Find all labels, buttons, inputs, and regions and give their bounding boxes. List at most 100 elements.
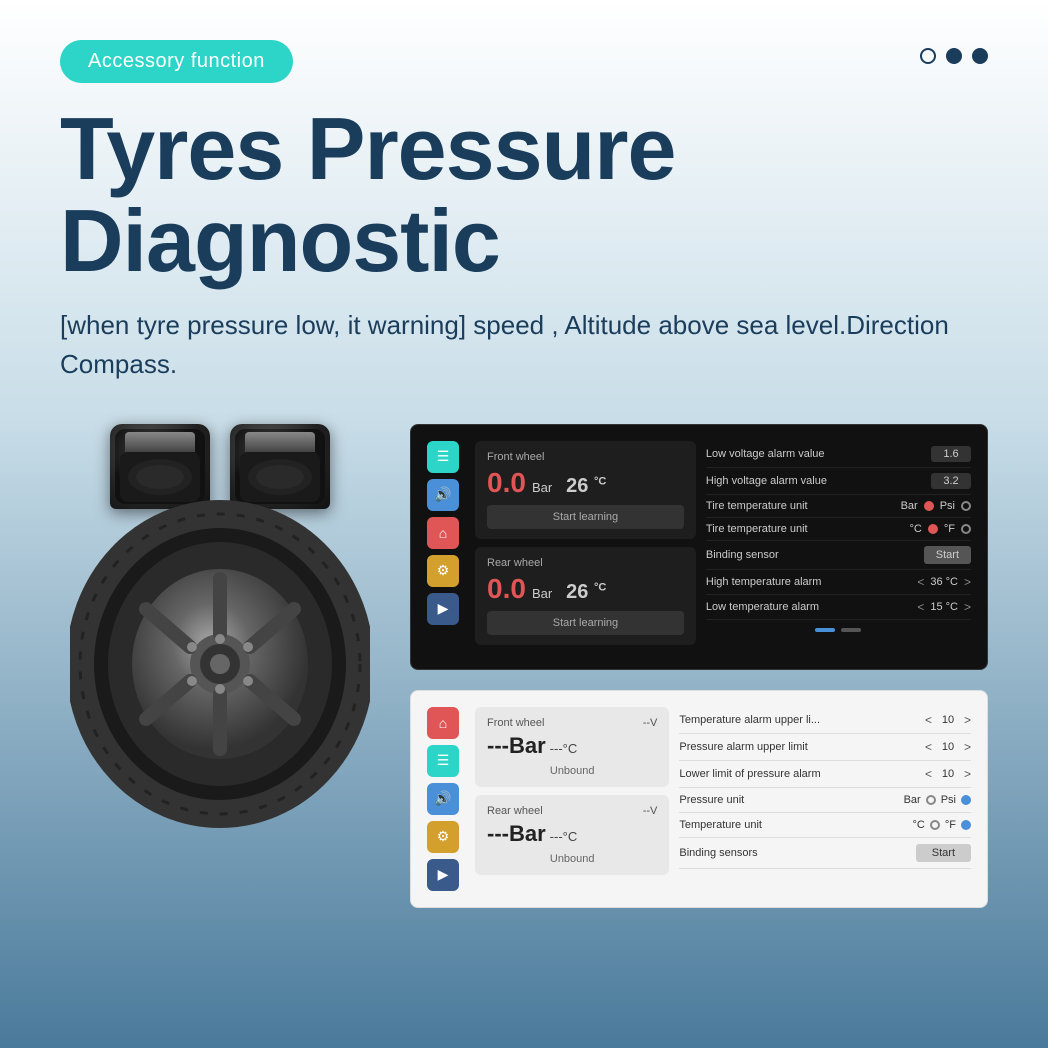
light-temp-alarm-nav: < 10 >	[925, 713, 971, 727]
dark-front-wheel: Front wheel 0.0 Bar 26 °C Start learning	[475, 441, 696, 539]
dark-tire-temp-radio: Bar Psi	[901, 500, 971, 512]
page-subtitle: [when tyre pressure low, it warning] spe…	[0, 306, 1048, 384]
light-setting-row-1: Pressure alarm upper limit < 10 >	[679, 734, 971, 761]
light-bar-radio[interactable]	[926, 795, 936, 805]
dark-tire-temp-unit-radio: °C °F	[910, 523, 971, 535]
sensor-caps	[110, 424, 330, 509]
light-icon-camera[interactable]: ▶	[427, 859, 459, 891]
dark-setting-row-2: Tire temperature unit Bar Psi	[706, 495, 971, 518]
light-icon-volume[interactable]: 🔊	[427, 783, 459, 815]
dark-front-start-btn[interactable]: Start learning	[487, 505, 684, 529]
light-lower-pressure-left[interactable]: <	[925, 767, 932, 781]
dark-celsius-radio[interactable]	[928, 524, 938, 534]
dark-bar-radio[interactable]	[924, 501, 934, 511]
page-title: Tyres Pressure Diagnostic	[0, 103, 1048, 288]
light-rear-wheel: Rear wheel --V ---Bar ---°C Unbound	[475, 795, 669, 875]
light-pressure-alarm-left[interactable]: <	[925, 740, 932, 754]
light-psi-radio[interactable]	[961, 795, 971, 805]
light-front-label: Front wheel --V	[487, 717, 657, 729]
tire-image	[70, 499, 370, 819]
product-images	[60, 424, 380, 908]
dark-setting-row-3: Tire temperature unit °C °F	[706, 518, 971, 541]
icon-home[interactable]: ⌂	[427, 517, 459, 549]
light-temp-alarm-left[interactable]: <	[925, 713, 932, 727]
pagination	[920, 48, 988, 64]
dark-fahrenheit-radio[interactable]	[961, 524, 971, 534]
light-setting-row-5: Binding sensors Start	[679, 838, 971, 869]
sensor-cap-1	[110, 424, 210, 509]
light-settings-panel: Temperature alarm upper li... < 10 > Pre…	[679, 707, 971, 891]
pagination-dot-2[interactable]	[946, 48, 962, 64]
dark-high-temp-left-arrow[interactable]: <	[917, 575, 924, 589]
dark-rear-temp-unit: °C	[594, 581, 606, 593]
light-setting-row-4: Temperature unit °C °F	[679, 813, 971, 838]
light-rear-reading: ---Bar ---°C	[487, 821, 657, 847]
pagination-dot-3[interactable]	[972, 48, 988, 64]
dark-binding-btn[interactable]: Start	[924, 546, 971, 564]
dark-setting-row-4: Binding sensor Start	[706, 541, 971, 570]
dark-page-dot-1[interactable]	[815, 628, 835, 632]
light-rear-unbound: Unbound	[487, 853, 657, 865]
dark-setting-row-5: High temperature alarm < 36 °C >	[706, 570, 971, 595]
icon-volume[interactable]: 🔊	[427, 479, 459, 511]
dark-rear-pressure: 0.0	[487, 573, 526, 605]
dark-settings-panel: Low voltage alarm value 1.6 High voltage…	[706, 441, 971, 653]
light-rear-pressure: ---Bar	[487, 821, 546, 847]
dark-screen: ☰ 🔊 ⌂ ⚙ ▶ Front wheel 0.0 Bar	[410, 424, 988, 670]
light-pressure-unit-radio: Bar Psi	[904, 794, 971, 806]
light-icon-menu[interactable]: ☰	[427, 745, 459, 777]
light-temp-unit-radio: °C °F	[913, 819, 971, 831]
dark-front-pressure: 0.0	[487, 467, 526, 499]
light-setting-row-2: Lower limit of pressure alarm < 10 >	[679, 761, 971, 788]
light-temp-alarm-right[interactable]: >	[964, 713, 971, 727]
dark-sidebar-icons: ☰ 🔊 ⌂ ⚙ ▶	[427, 441, 465, 653]
dark-low-temp-left-arrow[interactable]: <	[917, 600, 924, 614]
dark-rear-wheel: Rear wheel 0.0 Bar 26 °C Start learning	[475, 547, 696, 645]
pagination-dot-1[interactable]	[920, 48, 936, 64]
accessory-badge: Accessory function	[60, 40, 293, 83]
light-fahrenheit-radio[interactable]	[961, 820, 971, 830]
dark-rear-start-btn[interactable]: Start learning	[487, 611, 684, 635]
dark-page-dot-2[interactable]	[841, 628, 861, 632]
content-area: ☰ 🔊 ⌂ ⚙ ▶ Front wheel 0.0 Bar	[0, 394, 1048, 908]
light-setting-row-0: Temperature alarm upper li... < 10 >	[679, 707, 971, 734]
dark-psi-radio[interactable]	[961, 501, 971, 511]
dark-front-pressure-unit: Bar	[532, 480, 552, 495]
light-binding-btn[interactable]: Start	[916, 844, 971, 862]
light-front-temp: ---°C	[550, 741, 578, 756]
dark-setting-row-6: Low temperature alarm < 15 °C >	[706, 595, 971, 620]
icon-menu[interactable]: ☰	[427, 441, 459, 473]
dark-high-temp-right-arrow[interactable]: >	[964, 575, 971, 589]
dark-rear-temp: 26 °C	[566, 581, 606, 604]
dark-setting-row-0: Low voltage alarm value 1.6	[706, 441, 971, 468]
dark-low-temp-nav: < 15 °C >	[917, 600, 971, 614]
light-sidebar-icons: ⌂ ☰ 🔊 ⚙ ▶	[427, 707, 465, 891]
light-rear-label: Rear wheel --V	[487, 805, 657, 817]
dark-low-temp-right-arrow[interactable]: >	[964, 600, 971, 614]
dark-rear-label: Rear wheel	[487, 557, 684, 569]
light-screen: ⌂ ☰ 🔊 ⚙ ▶ Front wheel --V --	[410, 690, 988, 908]
icon-gear[interactable]: ⚙	[427, 555, 459, 587]
light-wheel-panel: Front wheel --V ---Bar ---°C Unbound Rea…	[475, 707, 669, 891]
dark-wheel-panel: Front wheel 0.0 Bar 26 °C Start learning	[475, 441, 696, 653]
dark-front-reading: 0.0 Bar 26 °C	[487, 467, 684, 499]
sensor-cap-2	[230, 424, 330, 509]
light-lower-pressure-nav: < 10 >	[925, 767, 971, 781]
dark-front-label: Front wheel	[487, 451, 684, 463]
light-pressure-alarm-nav: < 10 >	[925, 740, 971, 754]
dark-front-temp: 26 °C	[566, 475, 606, 498]
header: Accessory function	[0, 0, 1048, 83]
light-celsius-radio[interactable]	[930, 820, 940, 830]
light-icon-home[interactable]: ⌂	[427, 707, 459, 739]
light-icon-gear[interactable]: ⚙	[427, 821, 459, 853]
dark-front-temp-unit: °C	[594, 475, 606, 487]
light-front-pressure: ---Bar	[487, 733, 546, 759]
icon-camera[interactable]: ▶	[427, 593, 459, 625]
light-lower-pressure-right[interactable]: >	[964, 767, 971, 781]
dark-rear-pressure-unit: Bar	[532, 586, 552, 601]
light-pressure-alarm-right[interactable]: >	[964, 740, 971, 754]
light-setting-row-3: Pressure unit Bar Psi	[679, 788, 971, 813]
dark-rear-reading: 0.0 Bar 26 °C	[487, 573, 684, 605]
screen-panels: ☰ 🔊 ⌂ ⚙ ▶ Front wheel 0.0 Bar	[410, 424, 988, 908]
light-rear-temp: ---°C	[550, 829, 578, 844]
